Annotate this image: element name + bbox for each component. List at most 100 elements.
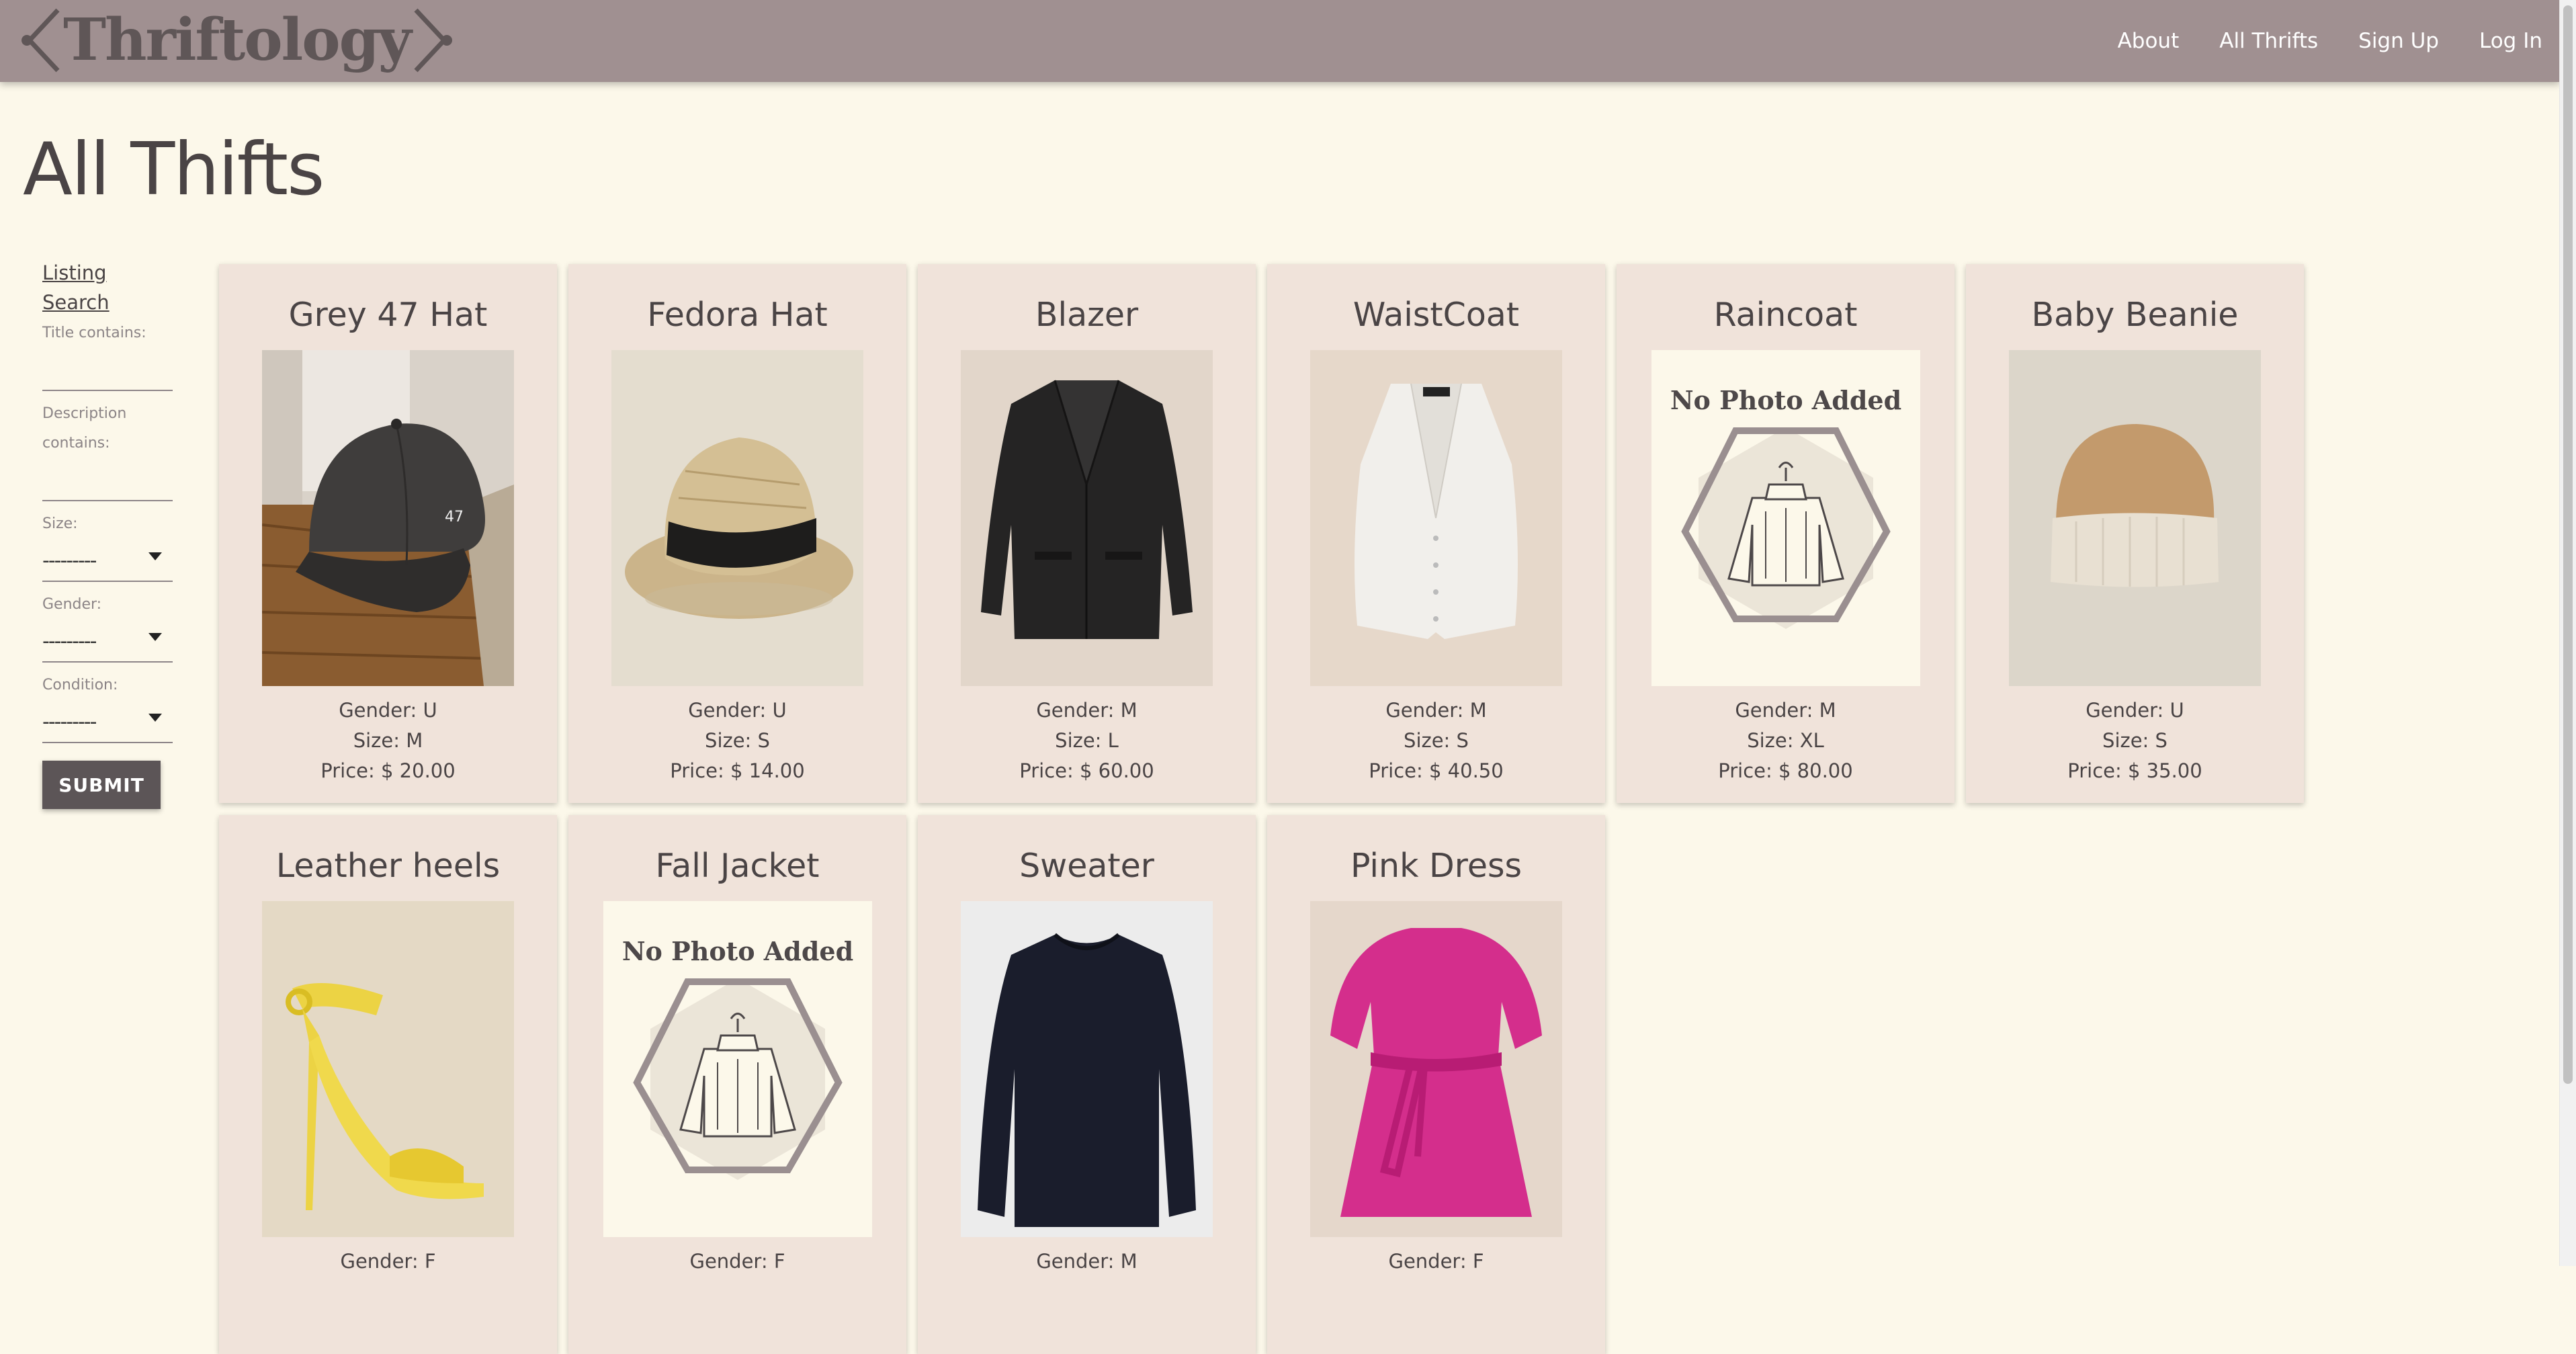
listing-info: Gender: M Size: XL Price: $ 80.00: [1617, 695, 1955, 786]
nav-links: About All Thrifts Sign Up Log In: [2077, 0, 2542, 82]
listing-card[interactable]: Blazer Gender: M Size: L Price: $ 60.00: [918, 264, 1256, 803]
listing-info: Gender: U Size: M Price: $ 20.00: [219, 695, 557, 786]
listing-card[interactable]: WaistCoat Gender: M Size: S Price: $ 40.…: [1267, 264, 1605, 803]
listing-price: Price: $ 60.00: [1019, 759, 1154, 782]
cap-photo[interactable]: 47: [262, 350, 514, 686]
chevron-down-icon: [148, 633, 162, 641]
left-ornament-icon: [22, 8, 60, 73]
description-contains-input[interactable]: [42, 458, 173, 501]
condition-select-value: ---------: [42, 710, 97, 734]
listing-title: Leather heels: [275, 847, 501, 885]
listing-gender: Gender: U: [339, 699, 437, 722]
listing-info: Gender: F: [219, 1246, 557, 1277]
listing-size: Size: M: [353, 729, 423, 752]
listing-gender: Gender: U: [2086, 699, 2184, 722]
listing-card[interactable]: Sweater Gender: M: [918, 815, 1256, 1354]
listing-card[interactable]: Leather heels Gender: F: [219, 815, 557, 1354]
listing-info: Gender: F: [568, 1246, 906, 1277]
gender-label: Gender:: [42, 596, 102, 613]
listing-gender: Gender: M: [1036, 699, 1137, 722]
nav-sign-up-link[interactable]: Sign Up: [2358, 29, 2439, 53]
gender-select-value: ---------: [42, 630, 97, 653]
listing-size: Size: S: [2102, 729, 2167, 752]
no-photo-placeholder[interactable]: No Photo Added: [603, 901, 872, 1237]
submit-button[interactable]: SUBMIT: [42, 761, 161, 809]
listing-gender: Gender: M: [1036, 1250, 1137, 1273]
svg-text:47: 47: [445, 509, 464, 525]
beanie-photo[interactable]: [2009, 350, 2261, 686]
listing-grid: Grey 47 Hat 47 Gender: U Size: M Price: …: [219, 264, 2304, 1354]
chevron-down-icon: [148, 714, 162, 722]
listing-info: Gender: F: [1267, 1246, 1605, 1277]
scrollbar-track[interactable]: [2559, 0, 2576, 1266]
listing-price: Price: $ 20.00: [320, 759, 456, 782]
description-label-line1: Description: [42, 405, 127, 422]
listing-search-link[interactable]: Listing Search: [42, 258, 173, 317]
listing-title: Fall Jacket: [655, 847, 820, 885]
waistcoat-photo[interactable]: [1310, 350, 1562, 686]
listing-search-title-line1: Listing: [42, 261, 107, 284]
right-ornament-icon: [414, 8, 452, 73]
brand-logo[interactable]: Thriftology: [17, 3, 456, 78]
listing-card[interactable]: Pink Dress Gender: F: [1267, 815, 1605, 1354]
listing-gender: Gender: M: [1735, 699, 1836, 722]
listing-title: Sweater: [1019, 847, 1154, 885]
no-photo-placeholder[interactable]: No Photo Added: [1651, 350, 1920, 686]
listing-price: Price: $ 80.00: [1718, 759, 1853, 782]
listing-size: Size: S: [705, 729, 770, 752]
listing-info: Gender: M: [918, 1246, 1256, 1277]
listing-gender: Gender: F: [340, 1250, 436, 1273]
nav-about-link[interactable]: About: [2118, 29, 2180, 53]
listing-gender: Gender: M: [1385, 699, 1487, 722]
page-title: All Thifts: [23, 128, 325, 212]
listing-card[interactable]: Fedora Hat Gender: U Size: S Price: $ 14…: [568, 264, 906, 803]
chevron-down-icon: [148, 552, 162, 560]
listing-info: Gender: U Size: S Price: $ 14.00: [568, 695, 906, 786]
condition-select[interactable]: ---------: [42, 700, 173, 743]
title-contains-input[interactable]: [42, 348, 173, 391]
listing-price: Price: $ 40.50: [1369, 759, 1504, 782]
listing-info: Gender: M Size: L Price: $ 60.00: [918, 695, 1256, 786]
listing-size: Size: XL: [1747, 729, 1824, 752]
scrollbar-thumb[interactable]: [2563, 5, 2573, 1084]
listing-size: Size: S: [1404, 729, 1469, 752]
gender-select[interactable]: ---------: [42, 620, 173, 663]
listing-title: Raincoat: [1713, 296, 1858, 334]
listing-card[interactable]: Raincoat No Photo Added Gender: M Size: …: [1617, 264, 1955, 803]
listing-search-form: Listing Search Title contains: Descripti…: [42, 258, 173, 809]
size-select-value: ---------: [42, 549, 97, 573]
listing-title: Baby Beanie: [2031, 296, 2239, 334]
listing-price: Price: $ 14.00: [670, 759, 805, 782]
nav-all-thrifts-link[interactable]: All Thrifts: [2219, 29, 2318, 53]
blazer-photo[interactable]: [961, 350, 1213, 686]
no-photo-text: No Photo Added: [621, 936, 853, 966]
listing-info: Gender: M Size: S Price: $ 40.50: [1267, 695, 1605, 786]
no-photo-text: No Photo Added: [1670, 385, 1901, 415]
listing-gender: Gender: U: [688, 699, 787, 722]
listing-gender: Gender: F: [689, 1250, 785, 1273]
nav-log-in-link[interactable]: Log In: [2479, 29, 2542, 53]
listing-card[interactable]: Fall Jacket No Photo Added Gender: F: [568, 815, 906, 1354]
heels-photo[interactable]: [262, 901, 514, 1237]
listing-size: Size: L: [1055, 729, 1119, 752]
sweater-photo[interactable]: [961, 901, 1213, 1237]
brand-name: Thriftology: [63, 6, 412, 74]
listing-card[interactable]: Grey 47 Hat 47 Gender: U Size: M Price: …: [219, 264, 557, 803]
title-contains-label: Title contains:: [42, 325, 146, 341]
condition-label: Condition:: [42, 677, 118, 693]
listing-gender: Gender: F: [1388, 1250, 1484, 1273]
fedora-photo[interactable]: [611, 350, 863, 686]
description-label-line2: contains:: [42, 435, 110, 452]
navbar: Thriftology About All Thrifts Sign Up Lo…: [0, 0, 2560, 82]
listing-card[interactable]: Baby Beanie Gender: U Size: S Price: $ 3…: [1966, 264, 2304, 803]
listing-title: Pink Dress: [1350, 847, 1522, 885]
listing-search-title-line2: Search: [42, 291, 110, 314]
size-select[interactable]: ---------: [42, 539, 173, 582]
listing-price: Price: $ 35.00: [2067, 759, 2202, 782]
listing-info: Gender: U Size: S Price: $ 35.00: [1966, 695, 2304, 786]
listing-title: Blazer: [1035, 296, 1139, 334]
size-label: Size:: [42, 515, 78, 532]
description-contains-label: Description contains:: [42, 399, 173, 458]
dress-photo[interactable]: [1310, 901, 1562, 1237]
listing-title: Fedora Hat: [647, 296, 828, 334]
